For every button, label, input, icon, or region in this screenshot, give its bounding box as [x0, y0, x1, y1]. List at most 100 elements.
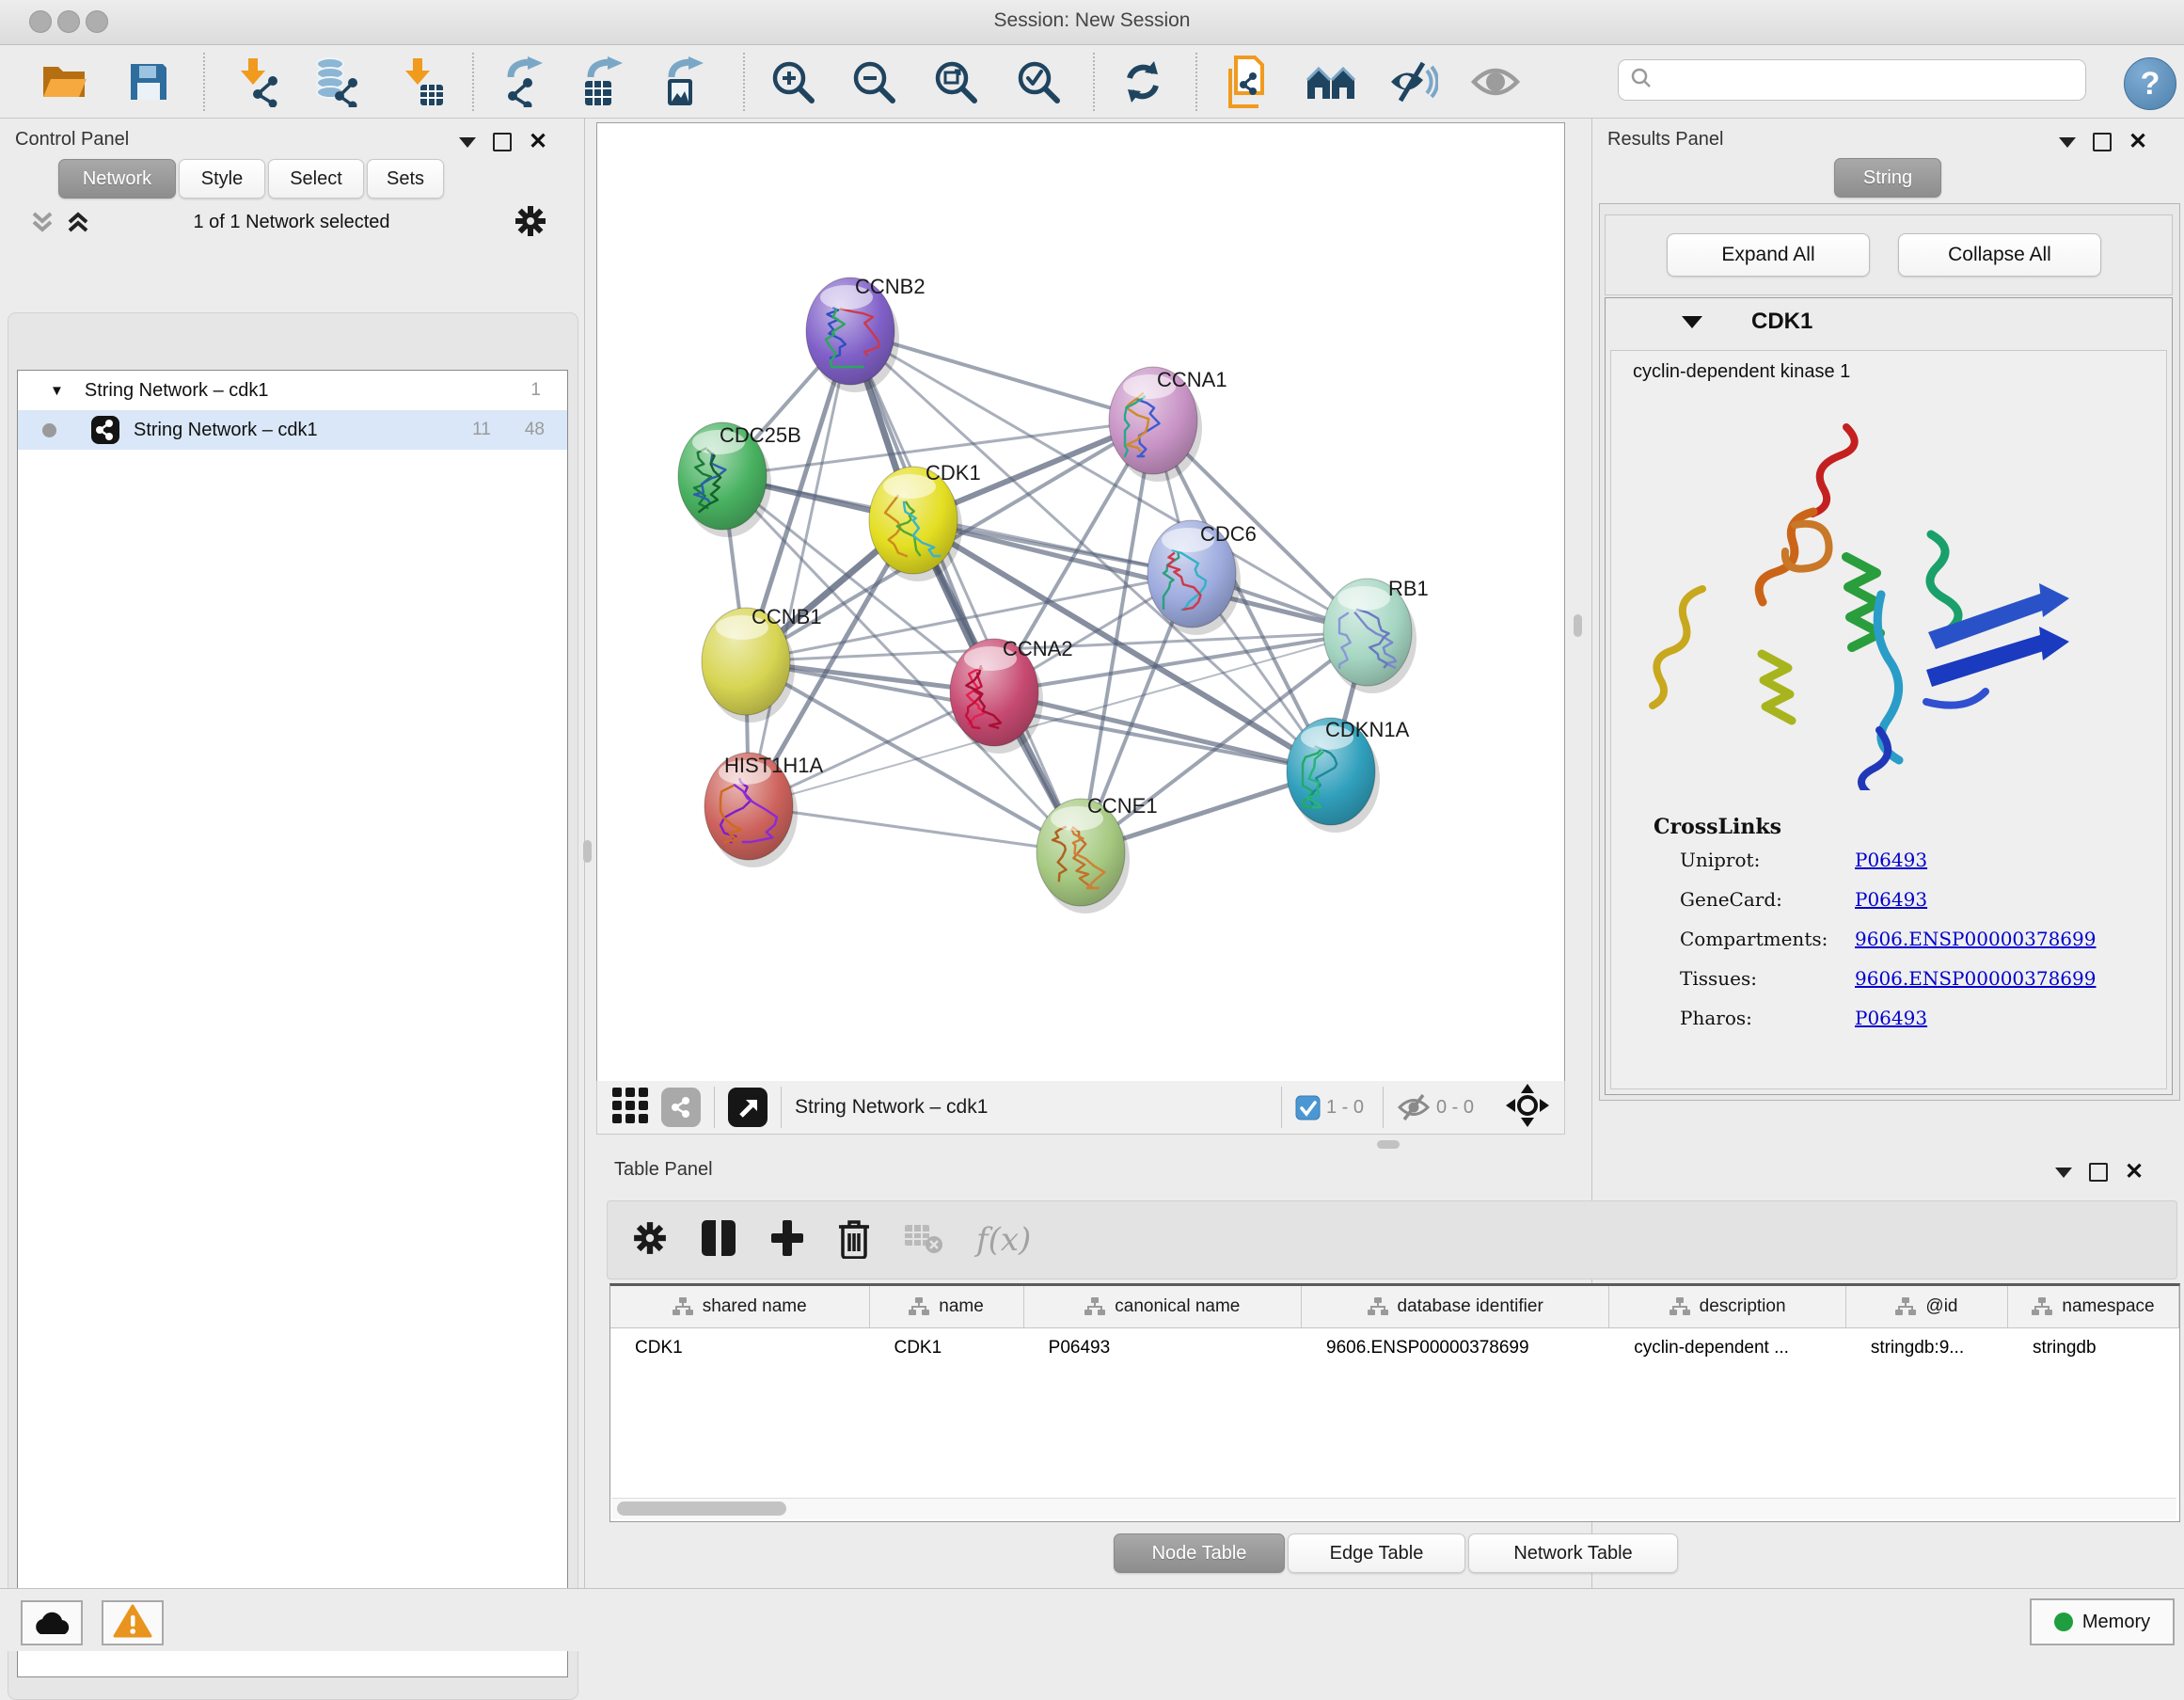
- tab-network-table[interactable]: Network Table: [1468, 1533, 1678, 1573]
- column-header-database-identifier[interactable]: database identifier: [1302, 1286, 1609, 1327]
- export-table-button[interactable]: [576, 57, 628, 110]
- export-network-button[interactable]: [498, 57, 550, 110]
- collection-expand-icon[interactable]: ▼: [50, 383, 64, 399]
- control-panel-float-icon[interactable]: [493, 133, 512, 151]
- table-cell[interactable]: cyclin-dependent ...: [1609, 1328, 1846, 1368]
- refresh-button[interactable]: [1116, 57, 1169, 110]
- node-HIST1H1A[interactable]: HIST1H1A: [704, 753, 823, 867]
- show-all-views-button[interactable]: [1305, 57, 1357, 110]
- import-network-database-button[interactable]: [309, 57, 361, 110]
- network-options-gear-icon[interactable]: [514, 204, 547, 243]
- tab-style[interactable]: Style: [179, 159, 265, 199]
- edge-CCNB2-HIST1H1A[interactable]: [749, 331, 850, 806]
- results-panel-menu-icon[interactable]: [2059, 137, 2076, 148]
- table-panel-menu-icon[interactable]: [2055, 1168, 2072, 1178]
- export-image-button[interactable]: [657, 57, 709, 110]
- table-panel-float-icon[interactable]: [2089, 1163, 2108, 1182]
- control-panel-menu-icon[interactable]: [459, 137, 476, 148]
- cloud-button[interactable]: [21, 1600, 83, 1645]
- column-header-shared-name[interactable]: shared name: [610, 1286, 870, 1327]
- control-panel-close-icon[interactable]: ✕: [529, 135, 547, 150]
- crosslink-link[interactable]: P06493: [1855, 888, 1927, 911]
- table-hscrollbar[interactable]: [611, 1498, 2176, 1519]
- right-splitter-handle[interactable]: [1574, 614, 1582, 637]
- node-CCNE1[interactable]: CCNE1: [1037, 794, 1158, 914]
- crosslink-link[interactable]: 9606.ENSP00000378699: [1855, 967, 2096, 990]
- table-hscrollbar-thumb[interactable]: [617, 1501, 786, 1516]
- crosslink-link[interactable]: P06493: [1855, 1007, 1927, 1029]
- delete-column-trash-icon[interactable]: [837, 1217, 871, 1263]
- memory-button[interactable]: Memory: [2030, 1598, 2175, 1645]
- bottom-splitter-handle[interactable]: [1377, 1140, 1400, 1149]
- zoom-in-button[interactable]: [767, 57, 819, 110]
- hidden-eye-icon[interactable]: [1397, 1093, 1431, 1121]
- tab-edge-table[interactable]: Edge Table: [1288, 1533, 1465, 1573]
- gene-collapse-icon[interactable]: [1682, 316, 1702, 333]
- import-network-file-button[interactable]: [229, 57, 282, 110]
- node-CCNA1[interactable]: CCNA1: [1109, 367, 1227, 482]
- warnings-button[interactable]: [102, 1600, 164, 1645]
- hide-selected-button[interactable]: [1386, 57, 1439, 110]
- show-columns-icon[interactable]: [700, 1218, 737, 1263]
- open-in-window-icon[interactable]: [728, 1088, 768, 1127]
- toolbar-search[interactable]: [1618, 59, 2086, 101]
- results-tab-string[interactable]: String: [1834, 158, 1941, 198]
- column-header-canonical-name[interactable]: canonical name: [1024, 1286, 1302, 1327]
- zoom-selected-button[interactable]: [1012, 57, 1065, 110]
- left-splitter-handle[interactable]: [583, 840, 592, 863]
- open-session-button[interactable]: [38, 57, 90, 110]
- node-CCNB2[interactable]: CCNB2: [806, 275, 926, 392]
- expand-all-networks-icon[interactable]: [64, 208, 92, 241]
- zoom-fit-button[interactable]: [929, 57, 982, 110]
- table-cell[interactable]: CDK1: [610, 1328, 869, 1368]
- import-table-button[interactable]: [394, 57, 447, 110]
- network-row[interactable]: String Network – cdk1 11 48: [18, 410, 567, 450]
- string-view-icon[interactable]: [661, 1088, 701, 1127]
- crosslink-link[interactable]: 9606.ENSP00000378699: [1855, 928, 2096, 950]
- node-CCNA2[interactable]: CCNA2: [950, 637, 1073, 754]
- node-CDKN1A[interactable]: CDKN1A: [1287, 718, 1410, 833]
- expand-all-button[interactable]: Expand All: [1667, 233, 1870, 277]
- table-cell[interactable]: CDK1: [869, 1328, 1023, 1368]
- node-CCNB1[interactable]: CCNB1: [702, 605, 822, 723]
- table-cell[interactable]: P06493: [1024, 1328, 1302, 1368]
- table-cell[interactable]: stringdb: [2008, 1328, 2179, 1368]
- add-column-icon[interactable]: [769, 1218, 805, 1263]
- clone-network-button[interactable]: [1220, 57, 1273, 110]
- tab-select[interactable]: Select: [268, 159, 364, 199]
- table-options-gear-icon[interactable]: [632, 1220, 668, 1261]
- node-RB1[interactable]: RB1: [1323, 577, 1429, 693]
- selected-checkbox[interactable]: [1295, 1095, 1321, 1120]
- search-input[interactable]: [1660, 69, 2085, 91]
- collapse-all-networks-icon[interactable]: [28, 208, 56, 241]
- edge-CCNA2-CDKN1A[interactable]: [994, 692, 1331, 771]
- help-button[interactable]: ?: [2124, 57, 2176, 110]
- column-header-namespace[interactable]: namespace: [2008, 1286, 2179, 1327]
- edge-HIST1H1A-CCNE1[interactable]: [749, 806, 1081, 852]
- zoom-out-button[interactable]: [847, 57, 900, 110]
- save-session-button[interactable]: [122, 57, 175, 110]
- tab-node-table[interactable]: Node Table: [1114, 1533, 1285, 1573]
- network-graph[interactable]: CCNB2CCNA1CDC25BCDK1CDC6RB1CCNB1CCNA2CDK…: [597, 123, 1564, 1081]
- table-cell[interactable]: 9606.ENSP00000378699: [1302, 1328, 1609, 1368]
- column-header-@id[interactable]: @id: [1846, 1286, 2008, 1327]
- crosslink-link[interactable]: P06493: [1855, 849, 1927, 871]
- table-panel-close-icon[interactable]: ✕: [2125, 1165, 2144, 1180]
- column-header-description[interactable]: description: [1609, 1286, 1846, 1327]
- tab-sets[interactable]: Sets: [367, 159, 444, 199]
- show-hidden-button[interactable]: [1469, 57, 1522, 110]
- edge-CCNB2-CCNE1[interactable]: [850, 331, 1081, 852]
- node-CDK1[interactable]: CDK1: [869, 461, 981, 581]
- table-cell[interactable]: stringdb:9...: [1846, 1328, 2008, 1368]
- network-canvas[interactable]: CCNB2CCNA1CDC25BCDK1CDC6RB1CCNB1CCNA2CDK…: [596, 122, 1565, 1082]
- column-header-name[interactable]: name: [870, 1286, 1024, 1327]
- tab-network[interactable]: Network: [58, 159, 176, 199]
- node-CDC25B[interactable]: CDC25B: [678, 422, 801, 537]
- results-panel-float-icon[interactable]: [2093, 133, 2112, 151]
- table-row[interactable]: CDK1CDK1P064939606.ENSP00000378699cyclin…: [610, 1328, 2179, 1368]
- collapse-all-button[interactable]: Collapse All: [1898, 233, 2101, 277]
- birdseye-grid-icon[interactable]: [610, 1086, 650, 1130]
- network-collection-row[interactable]: ▼ String Network – cdk1 1: [18, 371, 567, 410]
- pan-crosshair-icon[interactable]: [1506, 1084, 1549, 1132]
- results-panel-close-icon[interactable]: ✕: [2129, 135, 2147, 150]
